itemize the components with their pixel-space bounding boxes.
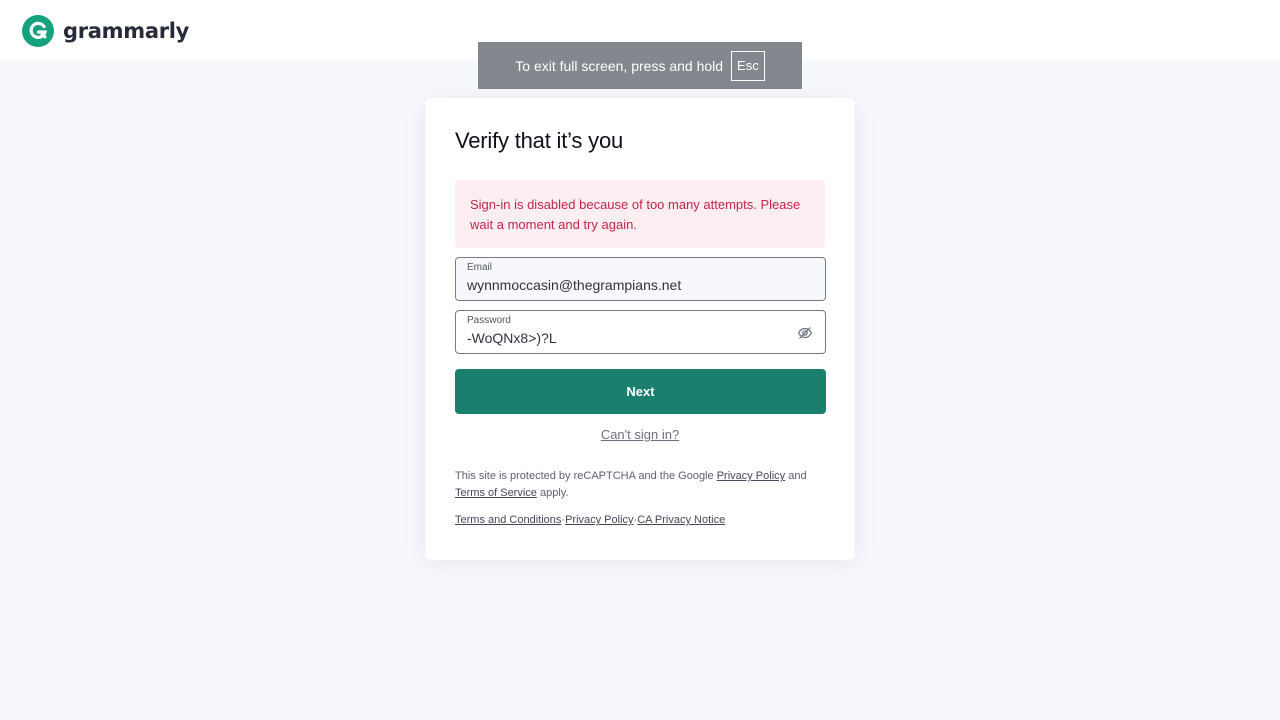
password-input[interactable] bbox=[467, 330, 777, 346]
google-terms-link[interactable]: Terms of Service bbox=[455, 487, 537, 499]
fullscreen-message: To exit full screen, press and hold bbox=[515, 57, 724, 74]
recaptcha-notice: This site is protected by reCAPTCHA and … bbox=[455, 468, 827, 502]
email-input[interactable] bbox=[467, 277, 777, 293]
next-button[interactable]: Next bbox=[455, 369, 826, 414]
recaptcha-suffix: apply. bbox=[539, 487, 569, 499]
google-privacy-link[interactable]: Privacy Policy bbox=[717, 470, 785, 482]
ca-privacy-notice-link[interactable]: CA Privacy Notice bbox=[637, 514, 725, 526]
recaptcha-and: and bbox=[788, 470, 807, 482]
esc-key-hint: Esc bbox=[731, 50, 765, 81]
terms-conditions-link[interactable]: Terms and Conditions bbox=[455, 514, 561, 526]
verify-card: Verify that it’s you Sign-in is disabled… bbox=[425, 98, 855, 560]
password-label: Password bbox=[467, 315, 511, 326]
grammarly-g-icon bbox=[22, 15, 54, 47]
footer-links: Terms and Conditions·Privacy Policy·CA P… bbox=[455, 514, 725, 526]
cant-sign-in-container: Can't sign in? bbox=[425, 427, 855, 442]
grammarly-logo[interactable]: grammarly bbox=[22, 15, 189, 47]
cant-sign-in-link[interactable]: Can't sign in? bbox=[601, 427, 679, 442]
privacy-policy-link[interactable]: Privacy Policy bbox=[565, 514, 633, 526]
eye-off-icon[interactable] bbox=[797, 325, 813, 341]
email-field[interactable]: Email bbox=[455, 257, 826, 301]
page-title: Verify that it’s you bbox=[455, 128, 624, 153]
logo-text: grammarly bbox=[63, 19, 190, 43]
fullscreen-exit-banner: To exit full screen, press and hold Esc bbox=[478, 42, 802, 89]
error-alert: Sign-in is disabled because of too many … bbox=[455, 180, 825, 248]
email-label: Email bbox=[467, 262, 493, 273]
recaptcha-prefix: This site is protected by reCAPTCHA and … bbox=[455, 470, 714, 482]
password-field[interactable]: Password bbox=[455, 310, 826, 354]
